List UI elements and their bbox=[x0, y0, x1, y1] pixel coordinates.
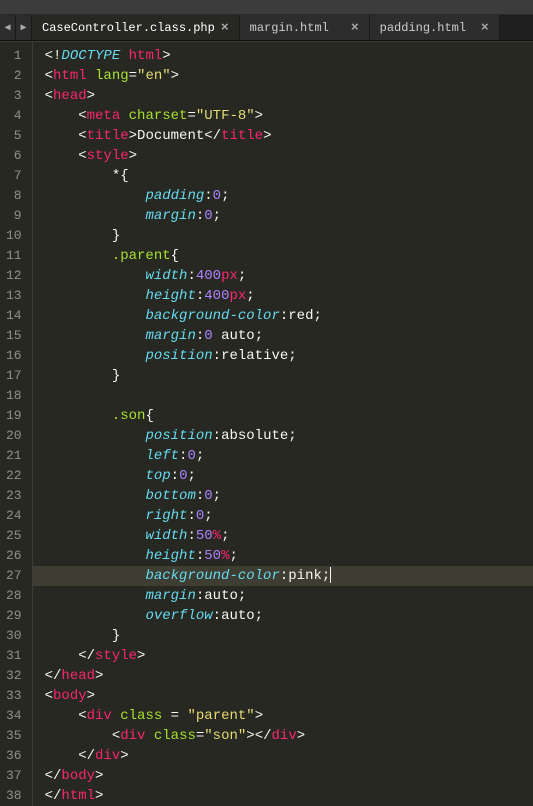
code-line[interactable]: position:relative; bbox=[33, 346, 533, 366]
line-number: 25 bbox=[6, 526, 22, 546]
code-line[interactable]: margin:0 auto; bbox=[33, 326, 533, 346]
code-line[interactable]: <div class="son"></div> bbox=[33, 726, 533, 746]
line-number: 6 bbox=[6, 146, 22, 166]
code-line[interactable]: } bbox=[33, 366, 533, 386]
text-cursor bbox=[330, 567, 331, 583]
line-number: 24 bbox=[6, 506, 22, 526]
code-line[interactable]: </html> bbox=[33, 786, 533, 806]
line-number: 29 bbox=[6, 606, 22, 626]
code-line[interactable]: width:50%; bbox=[33, 526, 533, 546]
code-line[interactable]: </body> bbox=[33, 766, 533, 786]
close-icon[interactable]: × bbox=[481, 20, 489, 35]
code-line[interactable]: </head> bbox=[33, 666, 533, 686]
line-number: 36 bbox=[6, 746, 22, 766]
code-line[interactable]: <head> bbox=[33, 86, 533, 106]
tab-nav-next[interactable]: ▶ bbox=[16, 15, 32, 40]
line-number: 14 bbox=[6, 306, 22, 326]
code-line[interactable]: background-color:pink; bbox=[33, 566, 533, 586]
code-line[interactable]: top:0; bbox=[33, 466, 533, 486]
line-number: 31 bbox=[6, 646, 22, 666]
code-line[interactable]: *{ bbox=[33, 166, 533, 186]
tab-2[interactable]: padding.html × bbox=[370, 15, 500, 40]
line-number: 20 bbox=[6, 426, 22, 446]
line-number: 28 bbox=[6, 586, 22, 606]
code-line[interactable]: } bbox=[33, 626, 533, 646]
tab-1[interactable]: margin.html × bbox=[240, 15, 370, 40]
line-number: 37 bbox=[6, 766, 22, 786]
code-line[interactable]: .parent{ bbox=[33, 246, 533, 266]
code-line[interactable]: right:0; bbox=[33, 506, 533, 526]
code-line[interactable]: margin:auto; bbox=[33, 586, 533, 606]
tab-nav-prev[interactable]: ◀ bbox=[0, 15, 16, 40]
code-line[interactable]: background-color:red; bbox=[33, 306, 533, 326]
code-line[interactable]: margin:0; bbox=[33, 206, 533, 226]
line-number: 34 bbox=[6, 706, 22, 726]
editor: 1234567891011121314151617181920212223242… bbox=[0, 41, 533, 806]
code-line[interactable]: } bbox=[33, 226, 533, 246]
code-line[interactable]: bottom:0; bbox=[33, 486, 533, 506]
code-line[interactable]: <title>Document</title> bbox=[33, 126, 533, 146]
code-line[interactable]: <div class = "parent"> bbox=[33, 706, 533, 726]
line-number: 17 bbox=[6, 366, 22, 386]
tab-label: padding.html bbox=[380, 21, 466, 35]
code-line[interactable]: height:400px; bbox=[33, 286, 533, 306]
code-line[interactable]: overflow:auto; bbox=[33, 606, 533, 626]
line-number: 3 bbox=[6, 86, 22, 106]
close-icon[interactable]: × bbox=[351, 20, 359, 35]
code-line[interactable]: <html lang="en"> bbox=[33, 66, 533, 86]
line-number: 7 bbox=[6, 166, 22, 186]
code-line[interactable]: <!DOCTYPE html> bbox=[33, 46, 533, 66]
code-line[interactable]: width:400px; bbox=[33, 266, 533, 286]
code-line[interactable]: padding:0; bbox=[33, 186, 533, 206]
line-number: 30 bbox=[6, 626, 22, 646]
code-line[interactable]: height:50%; bbox=[33, 546, 533, 566]
code-line[interactable]: left:0; bbox=[33, 446, 533, 466]
line-number: 23 bbox=[6, 486, 22, 506]
line-number: 15 bbox=[6, 326, 22, 346]
line-number: 13 bbox=[6, 286, 22, 306]
tab-label: CaseController.class.php bbox=[42, 21, 215, 35]
code-line[interactable]: <body> bbox=[33, 686, 533, 706]
line-number: 8 bbox=[6, 186, 22, 206]
tab-bar: ◀ ▶ CaseController.class.php×margin.html… bbox=[0, 14, 533, 41]
line-number: 18 bbox=[6, 386, 22, 406]
line-number: 19 bbox=[6, 406, 22, 426]
code-line[interactable]: position:absolute; bbox=[33, 426, 533, 446]
line-number: 12 bbox=[6, 266, 22, 286]
line-number: 16 bbox=[6, 346, 22, 366]
line-number: 21 bbox=[6, 446, 22, 466]
line-number: 4 bbox=[6, 106, 22, 126]
tab-0[interactable]: CaseController.class.php × bbox=[32, 15, 240, 40]
close-icon[interactable]: × bbox=[221, 20, 229, 35]
line-number: 5 bbox=[6, 126, 22, 146]
line-number: 22 bbox=[6, 466, 22, 486]
line-number: 27 bbox=[6, 566, 22, 586]
code-line[interactable]: <style> bbox=[33, 146, 533, 166]
code-line[interactable]: <meta charset="UTF-8"> bbox=[33, 106, 533, 126]
line-number: 32 bbox=[6, 666, 22, 686]
line-number-gutter: 1234567891011121314151617181920212223242… bbox=[0, 42, 33, 806]
code-line[interactable] bbox=[33, 386, 533, 406]
code-line[interactable]: </div> bbox=[33, 746, 533, 766]
tab-label: margin.html bbox=[250, 21, 329, 35]
line-number: 35 bbox=[6, 726, 22, 746]
line-number: 26 bbox=[6, 546, 22, 566]
line-number: 2 bbox=[6, 66, 22, 86]
line-number: 1 bbox=[6, 46, 22, 66]
line-number: 9 bbox=[6, 206, 22, 226]
line-number: 33 bbox=[6, 686, 22, 706]
line-number: 38 bbox=[6, 786, 22, 806]
line-number: 11 bbox=[6, 246, 22, 266]
code-line[interactable]: .son{ bbox=[33, 406, 533, 426]
code-area[interactable]: <!DOCTYPE html><html lang="en"><head> <m… bbox=[33, 42, 533, 806]
line-number: 10 bbox=[6, 226, 22, 246]
code-line[interactable]: </style> bbox=[33, 646, 533, 666]
menubar[interactable] bbox=[0, 0, 533, 14]
